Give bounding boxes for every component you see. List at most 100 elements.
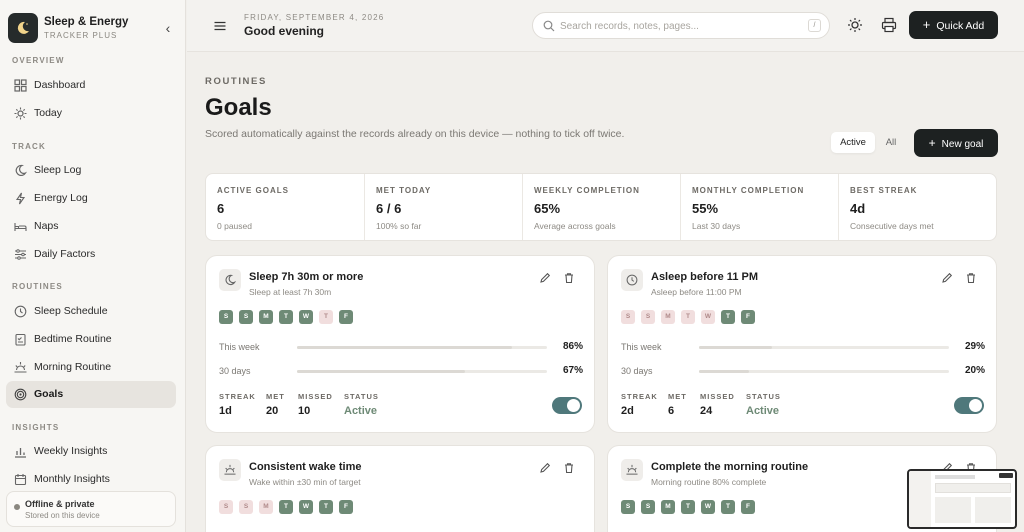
goal-subtitle: Morning routine 80% complete: [651, 477, 767, 487]
edit-pencil-icon[interactable]: [941, 272, 953, 284]
sliders-icon: [15, 249, 26, 260]
preview-stats: [935, 483, 1011, 493]
goal-card[interactable]: Sleep 7h 30m or more Sleep at least 7h 3…: [205, 255, 595, 433]
goal-enabled-toggle[interactable]: [552, 397, 582, 414]
progress-track: [699, 370, 949, 373]
sidebar-item-label: Bedtime Routine: [34, 333, 112, 345]
sidebar-item-label: Monthly Insights: [34, 473, 110, 485]
sidebar-item-bedtime-routine[interactable]: Bedtime Routine: [6, 326, 176, 353]
trash-icon[interactable]: [965, 272, 977, 284]
metric-value: 20: [266, 405, 279, 417]
goal-card[interactable]: Asleep before 11 PM Asleep before 11:00 …: [607, 255, 997, 433]
trash-icon[interactable]: [563, 462, 575, 474]
preview-header: [935, 475, 975, 479]
day-chip: M: [661, 500, 675, 514]
new-goal-button[interactable]: + New goal: [914, 129, 998, 157]
preview-card: [935, 497, 971, 523]
day-chip: S: [239, 310, 253, 324]
metric-label: STREAK: [219, 392, 256, 401]
grid-icon: [14, 79, 27, 92]
goal-card[interactable]: Consistent wake time Wake within ±30 min…: [205, 445, 595, 532]
plus-icon: +: [928, 136, 936, 150]
progress-this-week: This week 86%: [219, 340, 583, 354]
sidebar-item-label: Dashboard: [34, 79, 86, 91]
screen-preview-thumbnail[interactable]: [907, 469, 1017, 529]
quick-add-label: Quick Add: [936, 20, 985, 32]
checklist-icon: [15, 333, 26, 346]
stat-value: 6: [217, 201, 225, 216]
metric-value: 24: [700, 405, 713, 417]
metric-value: 10: [298, 405, 311, 417]
quick-add-button[interactable]: + Quick Add: [909, 11, 998, 39]
edit-pencil-icon[interactable]: [539, 272, 551, 284]
goal-title: Asleep before 11 PM: [651, 271, 758, 283]
sidebar-item-goals[interactable]: Goals: [6, 381, 176, 408]
page-kicker: ROUTINES: [205, 76, 267, 87]
progress-this-week: This week 29%: [621, 340, 985, 354]
goal-subtitle: Wake within ±30 min of target: [249, 477, 361, 487]
goal-subtitle: Sleep at least 7h 30m: [249, 287, 332, 297]
sidebar-item-morning-routine[interactable]: Morning Routine: [6, 354, 176, 381]
sidebar-item-today[interactable]: Today: [6, 100, 176, 127]
goal-enabled-toggle[interactable]: [954, 397, 984, 414]
stat-label: BEST STREAK: [850, 186, 918, 195]
sun-icon: [14, 107, 27, 120]
day-chip: W: [299, 310, 313, 324]
sidebar-item-naps[interactable]: Naps: [6, 213, 176, 240]
stat-sub: Average across goals: [534, 221, 616, 231]
sidebar-item-label: Naps: [34, 220, 59, 232]
sidebar-item-weekly-insights[interactable]: Weekly Insights: [6, 438, 176, 465]
print-icon[interactable]: [880, 16, 898, 34]
stat-value: 55%: [692, 201, 719, 216]
day-chip: S: [219, 500, 233, 514]
day-chip: W: [701, 310, 715, 324]
day-chip: S: [641, 310, 655, 324]
sidebar-item-label: Today: [34, 107, 63, 119]
trash-icon[interactable]: [563, 272, 575, 284]
offline-subtitle: Stored on this device: [25, 511, 100, 520]
menu-icon[interactable]: [213, 19, 227, 33]
day-chip: F: [339, 310, 353, 324]
collapse-sidebar-chevron-icon[interactable]: ‹: [160, 20, 176, 36]
search-input[interactable]: [560, 18, 800, 34]
day-chip: T: [681, 310, 695, 324]
sidebar-item-sleep-schedule[interactable]: Sleep Schedule: [6, 298, 176, 325]
goal-title: Sleep 7h 30m or more: [249, 271, 364, 283]
stat-label: ACTIVE GOALS: [217, 186, 290, 195]
stat-active-goals: ACTIVE GOALS 6 0 paused: [206, 174, 364, 240]
sidebar-item-monthly-insights[interactable]: Monthly Insights: [6, 466, 176, 493]
progress-fill: [699, 370, 749, 373]
theme-toggle-sun-icon[interactable]: [846, 16, 864, 34]
sidebar-item-daily-factors[interactable]: Daily Factors: [6, 241, 176, 268]
new-goal-label: New goal: [941, 139, 984, 150]
bed-icon: [14, 223, 27, 231]
progress-fill: [699, 346, 772, 349]
target-icon: [14, 388, 27, 401]
stat-value: 4d: [850, 201, 866, 216]
search-box[interactable]: /: [532, 12, 830, 39]
brand[interactable]: Sleep & Energy TRACKER PLUS ‹: [8, 12, 180, 44]
metric-label: MISSED: [298, 392, 333, 401]
filter-all-tab[interactable]: All: [879, 132, 903, 153]
sidebar-section-insights: INSIGHTS: [12, 423, 60, 432]
current-date: FRIDAY, SEPTEMBER 4, 2026: [244, 13, 385, 22]
page-title: Goals: [205, 94, 272, 121]
filter-active-tab[interactable]: Active: [831, 132, 875, 153]
top-bar: FRIDAY, SEPTEMBER 4, 2026 Good evening /…: [187, 0, 1024, 52]
stat-sub: Last 30 days: [692, 221, 741, 231]
sidebar-item-dashboard[interactable]: Dashboard: [6, 72, 176, 99]
goal-subtitle: Asleep before 11:00 PM: [651, 287, 742, 297]
sidebar-item-sleep-log[interactable]: Sleep Log: [6, 157, 176, 184]
metric-status: STATUS Active: [746, 392, 781, 417]
goal-icon-wrap: [219, 459, 241, 481]
edit-pencil-icon[interactable]: [539, 462, 551, 474]
day-chip: T: [319, 310, 333, 324]
day-chip: M: [661, 310, 675, 324]
sidebar-item-energy-log[interactable]: Energy Log: [6, 185, 176, 212]
metric-missed: MISSED 24: [700, 392, 735, 417]
progress-track: [699, 346, 949, 349]
day-chip: T: [319, 500, 333, 514]
day-chip: W: [701, 500, 715, 514]
progress-label: This week: [621, 342, 662, 352]
day-chip: W: [299, 500, 313, 514]
